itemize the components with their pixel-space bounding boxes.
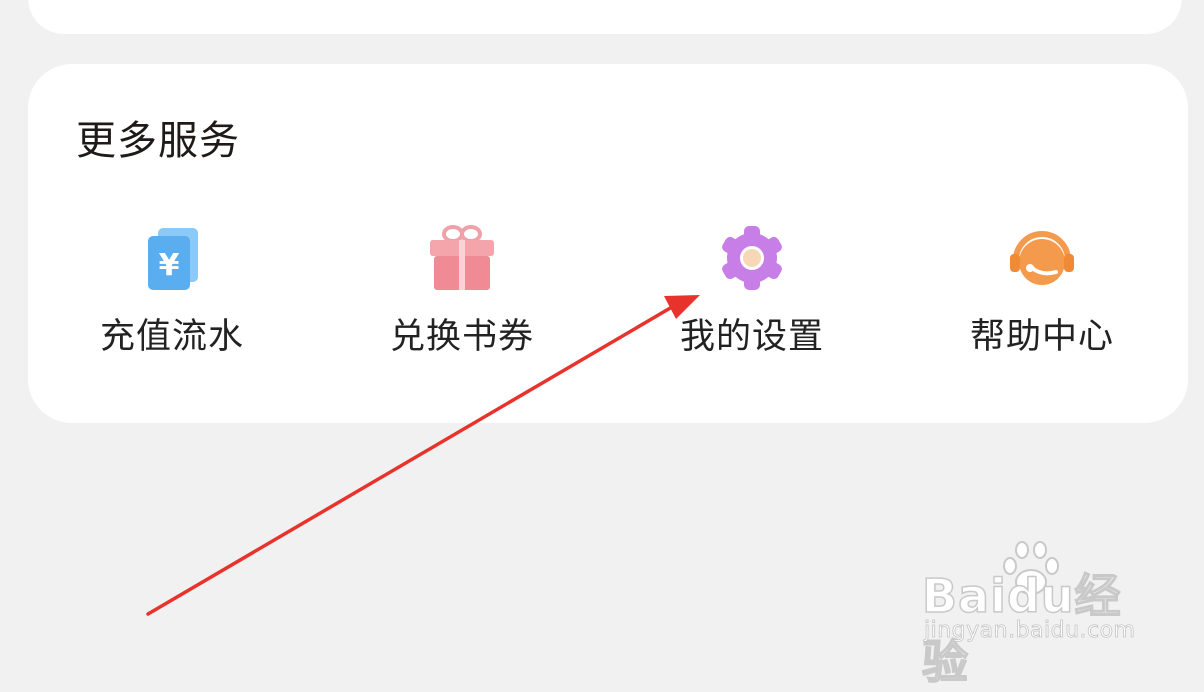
service-label-redeem-voucher: 兑换书券 — [389, 317, 534, 357]
more-services-card: 更多服务 ¥ 充值流水 兑换书券 我的设置 帮助中心 — [28, 64, 1188, 423]
baidu-jingyan-watermark: Baidu经验 jingyan.baidu.com — [921, 538, 1152, 690]
service-help-center[interactable]: 帮助中心 — [942, 222, 1142, 362]
svg-text:¥: ¥ — [159, 248, 180, 283]
service-recharge-record[interactable]: ¥ 充值流水 — [72, 222, 272, 362]
service-redeem-voucher[interactable]: 兑换书券 — [362, 222, 562, 362]
recharge-record-icon: ¥ — [148, 228, 198, 290]
service-label-help-center: 帮助中心 — [969, 317, 1114, 357]
gear-icon — [722, 226, 782, 290]
watermark-url: jingyan.baidu.com — [924, 618, 1136, 644]
gift-icon — [430, 225, 494, 290]
service-label-my-settings: 我的设置 — [679, 317, 824, 357]
service-my-settings[interactable]: 我的设置 — [652, 222, 852, 362]
previous-card — [28, 0, 1182, 34]
section-title: 更多服务 — [76, 118, 240, 164]
headset-icon — [1010, 231, 1074, 285]
service-label-recharge-record: 充值流水 — [99, 317, 244, 357]
